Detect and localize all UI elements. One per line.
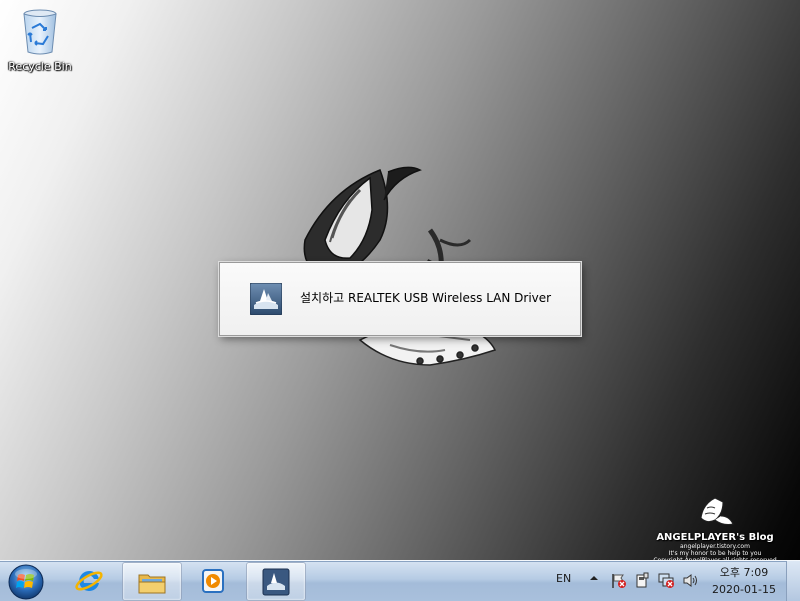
blog-watermark: ANGELPLAYER's Blog angelplayer.tistory.c… bbox=[650, 494, 780, 564]
show-hidden-icons-chevron-icon[interactable] bbox=[587, 571, 601, 585]
media-player-icon bbox=[202, 569, 224, 593]
internet-explorer-icon bbox=[75, 570, 103, 591]
show-desktop-button[interactable] bbox=[786, 561, 800, 601]
splash-message: 설치하고 REALTEK USB Wireless LAN Driver bbox=[300, 291, 552, 305]
language-indicator[interactable]: EN bbox=[556, 572, 571, 585]
recycle-bin-label: Recycle Bin bbox=[8, 60, 72, 73]
recycle-bin-icon bbox=[23, 9, 57, 55]
network-error-icon[interactable] bbox=[658, 572, 675, 589]
installer-app-icon bbox=[262, 568, 290, 596]
taskbar-internet-explorer[interactable] bbox=[60, 562, 118, 599]
file-explorer-icon bbox=[138, 574, 166, 594]
taskbar-media-player[interactable] bbox=[184, 562, 242, 599]
taskbar-installer[interactable] bbox=[246, 562, 306, 601]
system-clock[interactable]: 오후 7:09 2020-01-15 bbox=[704, 564, 784, 598]
installer-splash-window[interactable]: 설치하고 REALTEK USB Wireless LAN Driver bbox=[219, 262, 581, 336]
device-icon[interactable] bbox=[634, 572, 651, 589]
start-button[interactable] bbox=[6, 563, 46, 601]
action-center-flag-icon[interactable] bbox=[610, 572, 627, 589]
clock-date: 2020-01-15 bbox=[712, 583, 776, 596]
angel-wing-logo bbox=[700, 497, 734, 525]
volume-icon[interactable] bbox=[682, 572, 699, 589]
realtek-installer-icon bbox=[250, 283, 282, 315]
watermark-title: ANGELPLAYER's Blog bbox=[656, 532, 774, 543]
taskbar-file-explorer[interactable] bbox=[122, 562, 182, 601]
clock-time: 오후 7:09 bbox=[719, 566, 769, 579]
taskbar: EN 오후 7:09 2020-01-15 bbox=[0, 560, 800, 601]
watermark-tagline: It's my honor to be help to you bbox=[668, 550, 762, 557]
recycle-bin-shortcut[interactable]: Recycle Bin bbox=[4, 4, 76, 76]
watermark-url: angelplayer.tistory.com bbox=[680, 543, 750, 550]
